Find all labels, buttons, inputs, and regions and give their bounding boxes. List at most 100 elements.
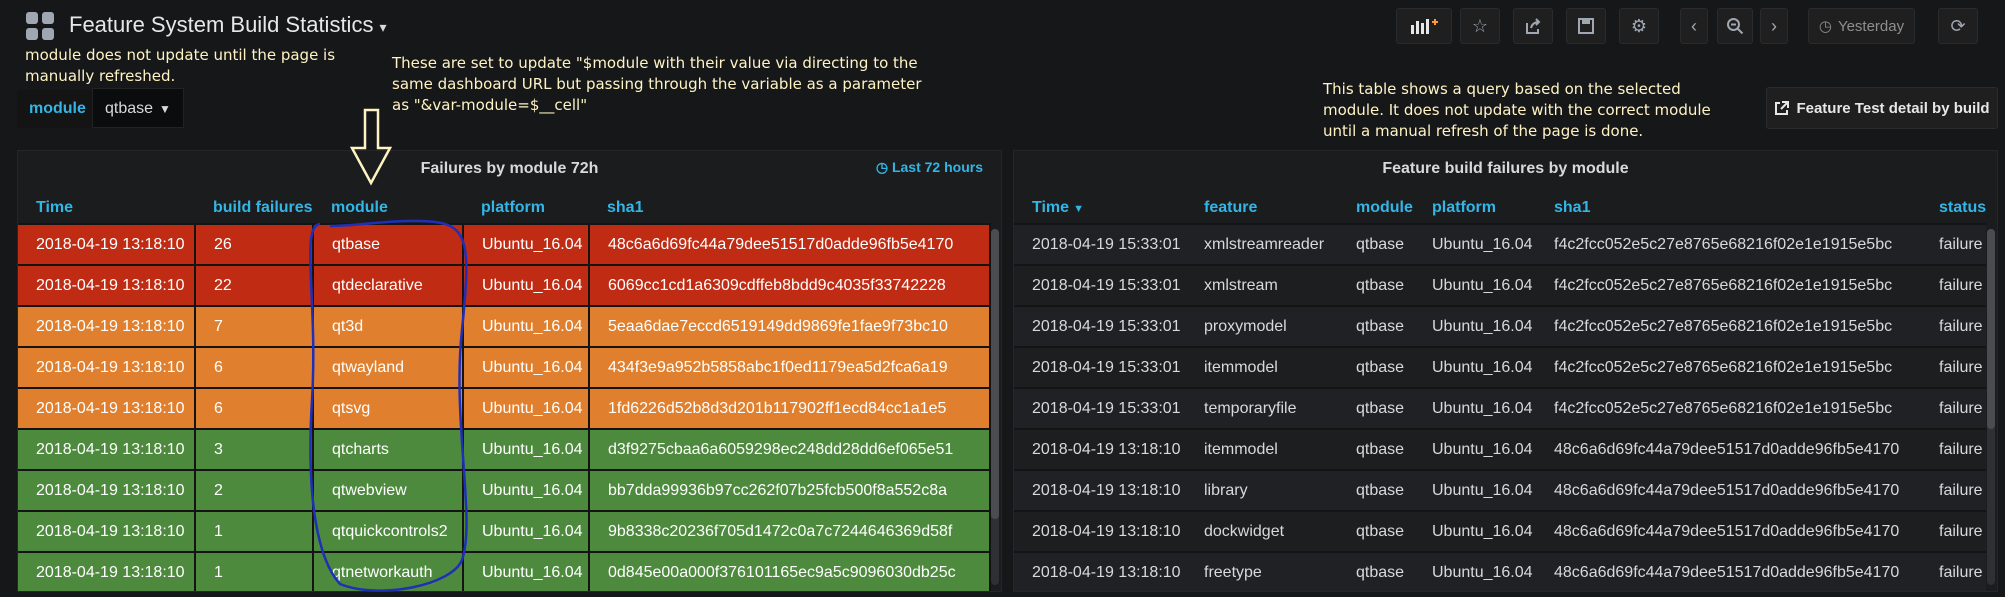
cell-status: failure: [1921, 306, 1986, 348]
cell-feature: library: [1186, 470, 1338, 512]
table-header-row: Time ▼ feature module platform sha1 statu…: [1014, 193, 1986, 225]
gear-icon: ⚙: [1630, 15, 1648, 36]
star-button[interactable]: ☆: [1460, 8, 1500, 44]
cell-time: 2018-04-19 13:18:10: [18, 388, 196, 430]
feature-test-detail-label: Feature Test detail by build: [1796, 99, 1990, 117]
scrollbar[interactable]: [1987, 229, 1995, 585]
module-variable-select[interactable]: qtbase ▼: [92, 88, 184, 128]
column-header-module[interactable]: module: [1338, 193, 1414, 225]
cell-feature: temporaryfile: [1186, 388, 1338, 430]
panel-title[interactable]: Failures by module 72h: [18, 151, 1001, 187]
feature-failures-table: Time ▼ feature module platform sha1 statu…: [1014, 193, 1986, 591]
cell-time: 2018-04-19 13:18:10: [18, 511, 196, 553]
zoom-out-icon: [1727, 18, 1744, 35]
column-header-sha1[interactable]: sha1: [1536, 193, 1921, 225]
cell-platform: Ubuntu_16.04: [1414, 429, 1536, 471]
scrollbar[interactable]: [991, 229, 999, 585]
annotation-note-right: This table shows a query based on the se…: [1323, 80, 1711, 140]
cell-module: qtbase: [1338, 224, 1414, 266]
annotation-note-middle: These are set to update "$module with th…: [392, 54, 922, 114]
cell-module-link[interactable]: qtdeclarative: [313, 265, 464, 307]
add-panel-button[interactable]: [1396, 8, 1452, 44]
chevron-down-icon: ▾: [379, 19, 387, 35]
column-header-platform[interactable]: platform: [463, 193, 589, 225]
cell-feature: xmlstreamreader: [1186, 224, 1338, 266]
share-button[interactable]: [1513, 8, 1553, 44]
save-icon: [1578, 18, 1594, 34]
cell-sha1: 48c6a6d69fc44a79dee51517d0adde96fb5e4170: [589, 224, 991, 266]
column-header-build-failures[interactable]: build failures▼: [195, 193, 313, 225]
cell-time: 2018-04-19 13:18:10: [1014, 552, 1186, 591]
cell-build-failures: 3: [195, 429, 314, 471]
cell-module: qtbase: [1338, 552, 1414, 591]
external-link-icon: [1775, 100, 1790, 115]
column-header-status[interactable]: status: [1921, 193, 1986, 225]
cell-build-failures: 6: [195, 388, 314, 430]
app-grid-icon[interactable]: [26, 12, 54, 40]
save-button[interactable]: [1566, 8, 1606, 44]
cell-module-link[interactable]: qtnetworkauth: [313, 552, 464, 591]
cell-module-link[interactable]: qtbase: [313, 224, 464, 266]
cell-time: 2018-04-19 13:18:10: [18, 306, 196, 348]
cell-platform: Ubuntu_16.04: [463, 347, 590, 389]
cell-platform: Ubuntu_16.04: [1414, 306, 1536, 348]
cell-time: 2018-04-19 15:33:01: [1014, 306, 1186, 348]
cell-platform: Ubuntu_16.04: [463, 470, 590, 512]
dashboard-title[interactable]: Feature System Build Statistics ▾: [69, 12, 386, 38]
cell-build-failures: 2: [195, 470, 314, 512]
settings-button[interactable]: ⚙: [1619, 8, 1659, 44]
table-row: 2018-04-19 13:18:10 26 qtbase Ubuntu_16.04 4…: [18, 224, 991, 266]
column-header-platform[interactable]: platform: [1414, 193, 1536, 225]
cell-time: 2018-04-19 13:18:10: [18, 347, 196, 389]
cell-sha1: d3f9275cbaa6a6059298ec248dd28dd6ef065e51: [589, 429, 991, 471]
cell-platform: Ubuntu_16.04: [1414, 511, 1536, 553]
cell-module-link[interactable]: qtwebview: [313, 470, 464, 512]
table-row: 2018-04-19 15:33:01 xmlstreamreader qtbase…: [1014, 224, 1986, 266]
column-header-feature[interactable]: feature: [1186, 193, 1338, 225]
cell-module-link[interactable]: qt3d: [313, 306, 464, 348]
scrollbar-thumb[interactable]: [1987, 229, 1995, 429]
time-back-button[interactable]: ‹: [1680, 8, 1708, 44]
cell-sha1: f4c2fcc052e5c27e8765e68216f02e1e1915e5bc: [1536, 224, 1921, 266]
cell-build-failures: 1: [195, 511, 314, 553]
column-header-module[interactable]: module: [313, 193, 463, 225]
scrollbar-thumb[interactable]: [991, 229, 999, 519]
feature-test-detail-link[interactable]: Feature Test detail by build: [1766, 87, 1998, 129]
cell-module-link[interactable]: qtwayland: [313, 347, 464, 389]
cell-platform: Ubuntu_16.04: [463, 552, 590, 591]
cell-sha1: bb7dda99936b97cc262f07b25fcb500f8a552c8a: [589, 470, 991, 512]
cell-sha1: 48c6a6d69fc44a79dee51517d0adde96fb5e4170: [1536, 552, 1921, 591]
add-panel-icon: [1411, 19, 1438, 34]
cell-module-link[interactable]: qtsvg: [313, 388, 464, 430]
column-header-time-label: Time: [1032, 199, 1070, 216]
time-forward-button[interactable]: ›: [1760, 8, 1788, 44]
column-header-sha1[interactable]: sha1: [589, 193, 990, 225]
dashboard-title-text: Feature System Build Statistics: [69, 12, 374, 37]
cell-platform: Ubuntu_16.04: [1414, 388, 1536, 430]
table-row: 2018-04-19 13:18:10 6 qtsvg Ubuntu_16.04 1fd…: [18, 388, 991, 430]
clock-icon: ◷: [1818, 18, 1832, 35]
cell-time: 2018-04-19 15:33:01: [1014, 347, 1186, 389]
column-header-time[interactable]: Time: [18, 193, 195, 225]
cell-platform: Ubuntu_16.04: [463, 388, 590, 430]
cell-feature: proxymodel: [1186, 306, 1338, 348]
table-row: 2018-04-19 13:18:10 7 qt3d Ubuntu_16.04 5eaa…: [18, 306, 991, 348]
cell-build-failures: 26: [195, 224, 314, 266]
cell-sha1: f4c2fcc052e5c27e8765e68216f02e1e1915e5bc: [1536, 347, 1921, 389]
cell-build-failures: 1: [195, 552, 314, 591]
cell-platform: Ubuntu_16.04: [463, 429, 590, 471]
cell-module-link[interactable]: qtquickcontrols2: [313, 511, 464, 553]
cell-module-link[interactable]: qtcharts: [313, 429, 464, 471]
cell-sha1: 5eaa6dae7eccd6519149dd9869fe1fae9f73bc10: [589, 306, 991, 348]
zoom-out-button[interactable]: [1717, 8, 1753, 44]
cell-module: qtbase: [1338, 511, 1414, 553]
panel-title[interactable]: Feature build failures by module: [1014, 151, 1997, 187]
time-picker-button[interactable]: ◷ Yesterday: [1808, 8, 1915, 44]
table-row: 2018-04-19 15:33:01 temporaryfile qtbase Ub…: [1014, 388, 1986, 430]
cell-module: qtbase: [1338, 347, 1414, 389]
cell-time: 2018-04-19 13:18:10: [18, 552, 196, 591]
column-header-time[interactable]: Time ▼: [1014, 193, 1186, 225]
cell-module: qtbase: [1338, 306, 1414, 348]
refresh-button[interactable]: ⟳: [1938, 8, 1978, 44]
panel-time-info-text: Last 72 hours: [891, 159, 983, 175]
